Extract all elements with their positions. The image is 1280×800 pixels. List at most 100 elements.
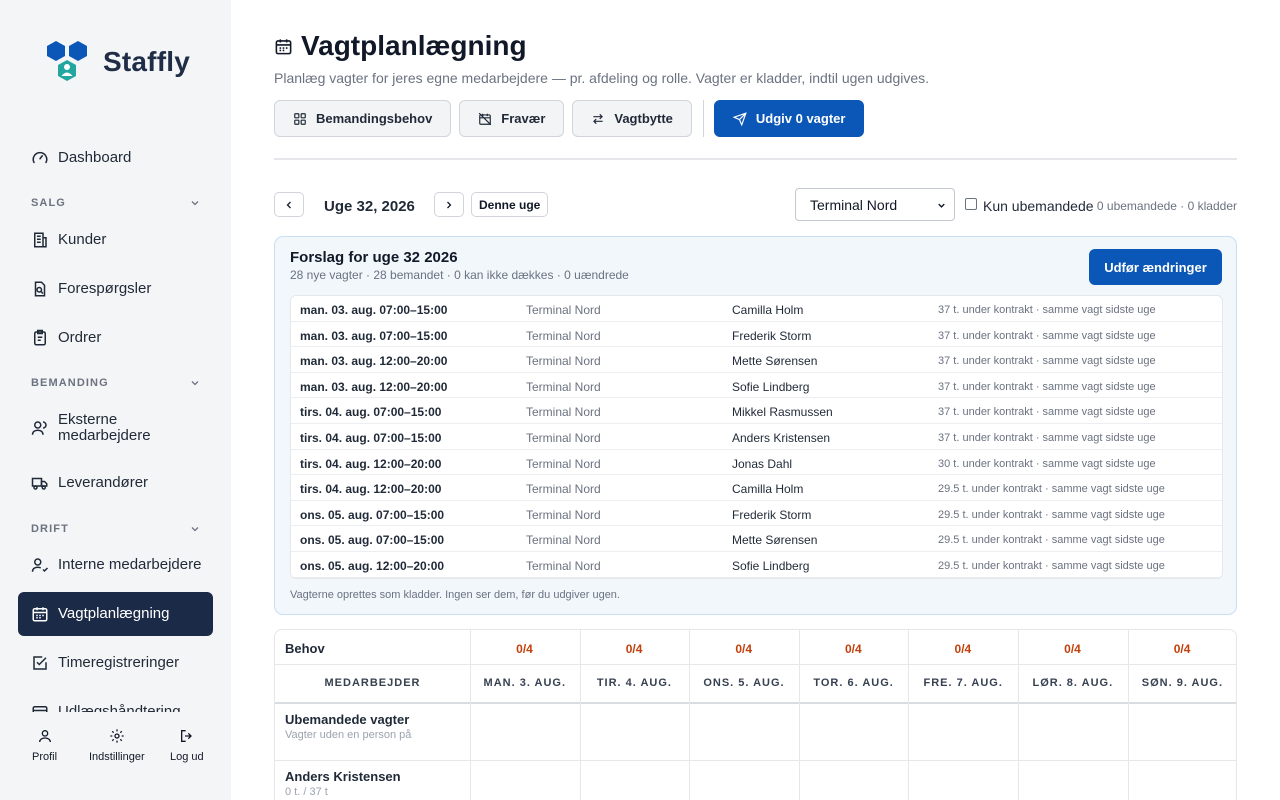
vagtbytte-button[interactable]: Vagtbytte	[572, 100, 692, 137]
suggestion-shift: tirs. 04. aug. 07:00–15:00	[300, 431, 442, 445]
day-column-header[interactable]: LØR. 8. AUG.	[1018, 677, 1128, 689]
chevron-right-icon	[447, 201, 452, 208]
suggestion-site: Terminal Nord	[526, 507, 601, 522]
publish-button[interactable]: Udgiv 0 vagter	[713, 100, 865, 137]
site-select-value: Terminal Nord	[810, 196, 898, 213]
suggestion-site: Terminal Nord	[526, 303, 601, 317]
app-logo[interactable]: Staffly	[45, 40, 190, 84]
suggestion-site: Terminal Nord	[526, 482, 601, 497]
day-column-header[interactable]: FRE. 7. AUG.	[908, 677, 1018, 689]
sidebar-item-leverandoerer[interactable]: Leverandører	[18, 461, 213, 505]
sidebar-nav: Staffly Dashboard SALG Kunder Forespørgs…	[0, 0, 231, 712]
suggestion-employee: Mette Sørensen	[732, 533, 818, 548]
grid-divider	[275, 664, 1236, 665]
section-drift[interactable]: DRIFT	[31, 523, 201, 535]
suggestion-employee: Frederik Storm	[732, 507, 812, 522]
staffly-logo-icon	[47, 41, 87, 81]
day-need: 0/4	[844, 642, 862, 656]
sidebar-item-label: Ordrer	[58, 329, 102, 346]
building-icon	[31, 231, 49, 249]
week-counts: 0 ubemandede · 0 kladder	[1096, 199, 1237, 213]
prev-week-button[interactable]	[274, 192, 304, 217]
settings-label: Indstillinger	[89, 751, 145, 763]
only-unstaffed-label[interactable]: Kun ubemandede	[983, 198, 1094, 214]
truck-icon	[31, 474, 49, 492]
grid-icon	[294, 112, 306, 125]
sidebar-item-dashboard[interactable]: Dashboard	[18, 136, 213, 180]
only-unstaffed-checkbox[interactable]	[965, 198, 977, 210]
suggestion-row: tirs. 04. aug. 12:00–20:00 Terminal Nord J…	[291, 450, 1222, 476]
sidebar-item-label: Timeregistreringer	[58, 654, 180, 671]
suggestion-shift: ons. 05. aug. 07:00–15:00	[300, 507, 445, 522]
suggestion-shift: tirs. 04. aug. 07:00–15:00	[300, 405, 442, 420]
day-need: 0/4	[1173, 642, 1191, 656]
this-week-button[interactable]: Denne uge	[471, 192, 549, 217]
suggestion-row: man. 03. aug. 12:00–20:00 Terminal Nord So…	[291, 373, 1222, 399]
suggestion-reason: 37 t. under kontrakt · samme vagt sidste…	[938, 380, 1156, 393]
suggestion-employee: Jonas Dahl	[732, 456, 793, 471]
sidebar-item-label: Leverandører	[58, 474, 149, 491]
suggestions-title: Forslag for uge 32 2026	[290, 249, 458, 266]
sidebar-item-eksterne[interactable]: Eksterne medarbejdere	[18, 405, 213, 451]
sidebar-item-vagtplan[interactable]: Vagtplanlægning	[18, 592, 213, 636]
settings-button[interactable]: Indstillinger	[89, 728, 145, 763]
main-content: Vagtplanlægning Planlæg vagter for jeres…	[274, 0, 1237, 800]
suggestion-site: Terminal Nord	[526, 533, 601, 548]
page-header: Vagtplanlægning	[274, 30, 527, 62]
logout-icon	[180, 730, 192, 742]
section-salg[interactable]: SALG	[31, 197, 201, 209]
sidebar-item-timer[interactable]: Timeregistreringer	[18, 641, 213, 685]
gear-icon	[110, 729, 124, 743]
unstaffed-row-sub: Vagter uden en person på	[285, 729, 412, 741]
suggestion-reason: 37 t. under kontrakt · samme vagt sidste…	[938, 432, 1156, 444]
bemandingsbehov-button[interactable]: Bemandingsbehov	[274, 100, 452, 137]
day-column-header[interactable]: SØN. 9. AUG.	[1128, 677, 1236, 689]
sidebar-item-label: Vagtplanlægning	[58, 605, 170, 622]
sidebar-item-label: Forespørgsler	[58, 280, 152, 297]
sidebar-item-forespoergsler[interactable]: Forespørgsler	[18, 267, 213, 311]
suggestion-employee: Mikkel Rasmussen	[732, 405, 833, 420]
employee-row-hours: 0 t. / 37 t	[285, 786, 328, 798]
clipboard-icon	[31, 329, 49, 347]
suggestion-row: ons. 05. aug. 12:00–20:00 Terminal Nord So…	[291, 552, 1222, 578]
sidebar-item-label: Dashboard	[58, 149, 132, 166]
suggestion-reason: 30 t. under kontrakt · samme vagt sidste…	[938, 457, 1156, 470]
day-need: 0/4	[1064, 642, 1081, 656]
bemandingsbehov-label: Bemandingsbehov	[316, 111, 433, 126]
suggestion-reason: 37 t. under kontrakt · samme vagt sidste…	[938, 329, 1156, 342]
sidebar-item-ordrer[interactable]: Ordrer	[18, 316, 213, 360]
suggestion-site: Terminal Nord	[526, 431, 601, 445]
section-title: DRIFT	[31, 523, 69, 535]
profile-button[interactable]: Profil	[32, 728, 57, 763]
apply-changes-button[interactable]: Udfør ændringer	[1089, 249, 1222, 285]
users-icon	[31, 419, 49, 437]
toolbar-divider	[702, 100, 704, 137]
sidebar-item-interne[interactable]: Interne medarbejdere	[18, 543, 213, 587]
suggestion-employee: Frederik Storm	[732, 328, 812, 343]
logout-button[interactable]: Log ud	[170, 728, 204, 763]
sidebar-item-udlaeg[interactable]: Udlægshåndtering	[18, 690, 213, 712]
sidebar-item-kunder[interactable]: Kunder	[18, 218, 213, 262]
employee-column-header: MEDARBEJDER	[324, 677, 421, 689]
receipt-icon	[31, 703, 49, 712]
suggestion-employee: Anders Kristensen	[732, 431, 831, 445]
section-bemanding[interactable]: BEMANDING	[31, 377, 201, 389]
calendar-icon	[31, 605, 49, 623]
site-select[interactable]: Terminal Nord	[795, 188, 955, 221]
chevron-down-icon	[191, 381, 199, 386]
day-column-header[interactable]: ONS. 5. AUG.	[689, 677, 799, 689]
suggestion-row: man. 03. aug. 07:00–15:00 Terminal Nord Ca…	[291, 296, 1222, 322]
publish-label: Udgiv 0 vagter	[755, 111, 846, 126]
day-column-header[interactable]: MAN. 3. AUG.	[470, 677, 580, 689]
suggestion-employee: Camilla Holm	[732, 482, 804, 497]
next-week-button[interactable]	[434, 192, 464, 217]
suggestion-shift: man. 03. aug. 12:00–20:00	[300, 354, 448, 369]
fravaer-label: Fravær	[501, 111, 546, 126]
vagtbytte-label: Vagtbytte	[614, 111, 673, 126]
day-column-header[interactable]: TOR. 6. AUG.	[799, 677, 909, 689]
suggestion-row: ons. 05. aug. 07:00–15:00 Terminal Nord Fr…	[291, 501, 1222, 527]
suggestion-employee: Mette Sørensen	[732, 354, 818, 369]
section-title: BEMANDING	[31, 377, 109, 389]
day-column-header[interactable]: TIR. 4. AUG.	[580, 677, 690, 689]
fravaer-button[interactable]: Fravær	[459, 100, 565, 137]
